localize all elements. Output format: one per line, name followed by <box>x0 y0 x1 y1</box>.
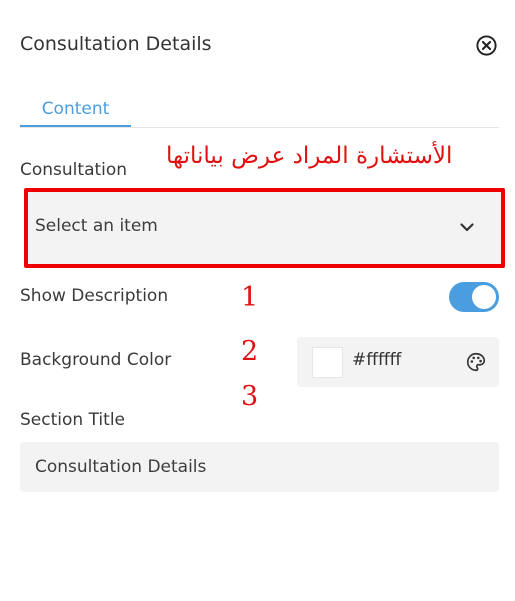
background-color-field: #ffffff <box>297 337 499 387</box>
palette-icon[interactable] <box>465 351 487 373</box>
annotation-highlight-box <box>24 188 505 268</box>
show-description-label: Show Description <box>20 286 169 306</box>
annotation-number-3: 3 <box>241 381 259 412</box>
color-swatch[interactable] <box>312 347 343 378</box>
section-title-label: Section Title <box>20 410 125 430</box>
tab-content[interactable]: Content <box>20 96 131 127</box>
close-icon[interactable] <box>475 34 498 57</box>
consultation-label: Consultation <box>20 160 128 180</box>
annotation-number-1: 1 <box>241 282 259 313</box>
color-value-input[interactable]: #ffffff <box>352 350 452 370</box>
show-description-toggle[interactable] <box>449 282 499 312</box>
section-title-input[interactable] <box>20 442 499 492</box>
annotation-number-2: 2 <box>241 336 259 367</box>
background-color-label: Background Color <box>20 350 172 370</box>
color-hash-sign: # <box>352 350 367 370</box>
annotation-arabic-note: الأستشارة المراد عرض بياناتها <box>166 143 453 169</box>
tab-bar: Content <box>20 96 499 128</box>
toggle-knob <box>472 285 496 309</box>
color-hex-value: ffffff <box>366 350 402 370</box>
panel-title: Consultation Details <box>20 33 212 55</box>
